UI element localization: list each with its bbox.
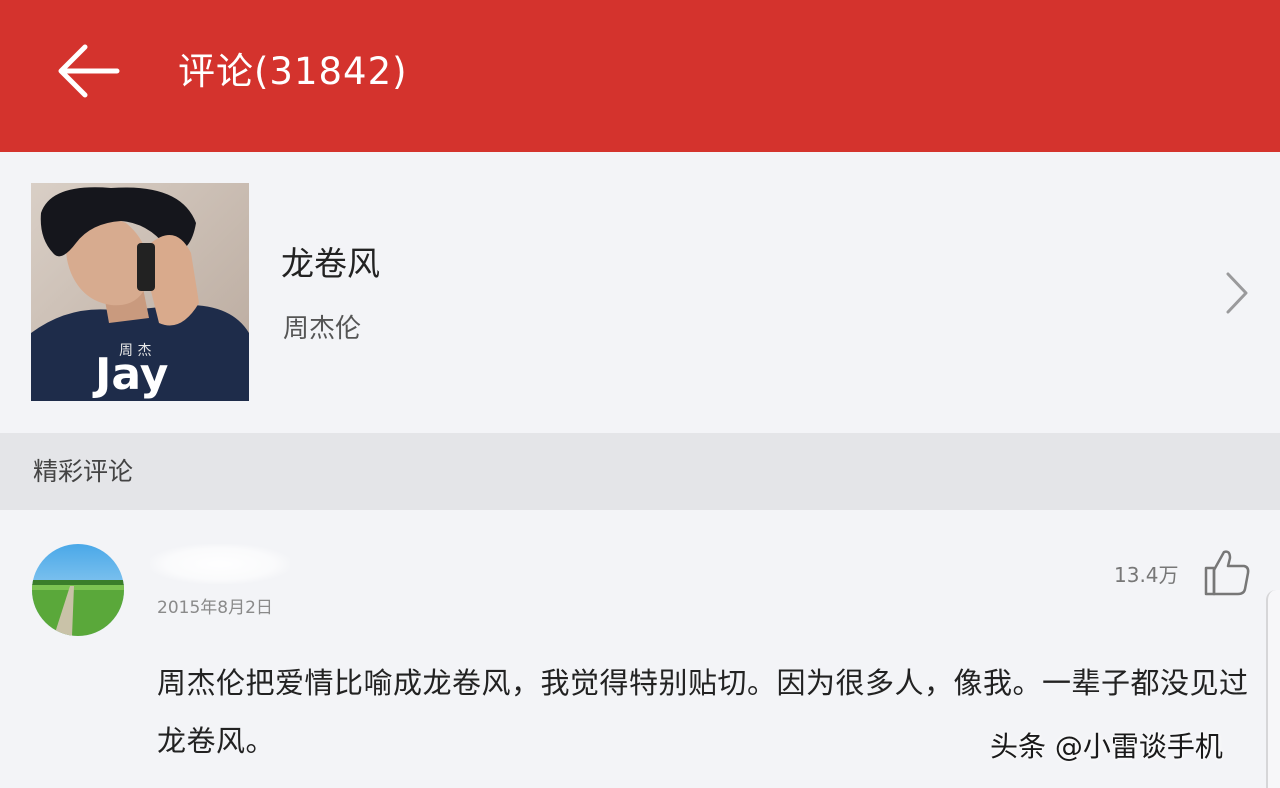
section-header: 精彩评论	[0, 433, 1280, 510]
app-header: 评论(31842)	[0, 0, 1280, 152]
page-title: 评论(31842)	[178, 50, 408, 93]
username-redacted	[150, 544, 290, 584]
thumbs-up-icon[interactable]	[1200, 546, 1252, 598]
song-title: 龙卷风	[281, 244, 380, 283]
side-edge	[1266, 590, 1280, 788]
comment-date: 2015年8月2日	[157, 598, 273, 618]
song-artist: 周杰伦	[283, 314, 362, 344]
back-button[interactable]	[50, 38, 124, 104]
section-title: 精彩评论	[33, 457, 134, 486]
song-card[interactable]: 周 杰 Jay 龙卷风 周杰伦	[0, 152, 1280, 433]
chevron-right-icon[interactable]	[1218, 268, 1254, 318]
album-cover-text: Jay	[95, 349, 169, 400]
avatar[interactable]	[32, 544, 124, 636]
watermark: 头条 @小雷谈手机	[990, 730, 1223, 763]
like-count: 13.4万	[1114, 563, 1179, 587]
arrow-left-icon	[58, 44, 120, 98]
album-cover[interactable]: 周 杰 Jay	[31, 183, 249, 401]
